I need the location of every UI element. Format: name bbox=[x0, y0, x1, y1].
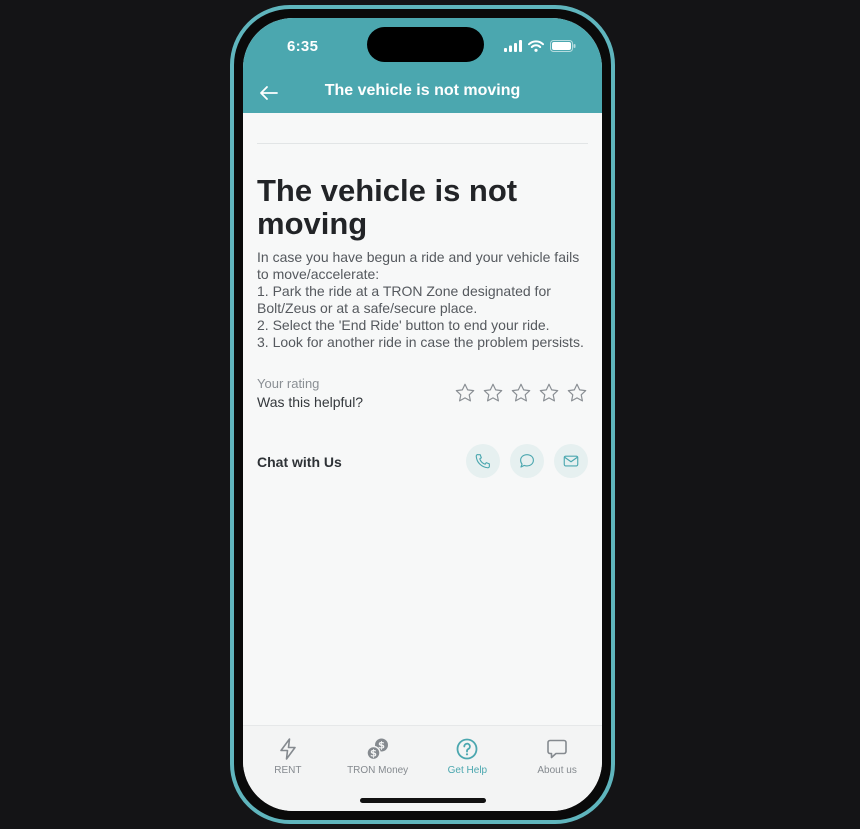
chat-section: Chat with Us bbox=[257, 444, 588, 480]
dynamic-island bbox=[367, 27, 484, 62]
article-line: 2. Select the 'End Ride' button to end y… bbox=[257, 317, 550, 333]
article-title: The vehicle is not moving bbox=[257, 173, 518, 241]
star-rating bbox=[454, 382, 588, 404]
star-icon[interactable] bbox=[510, 382, 532, 404]
phone-icon bbox=[475, 454, 490, 469]
status-icons bbox=[504, 40, 576, 52]
header-title: The vehicle is not moving bbox=[324, 82, 521, 99]
tab-label: About us bbox=[537, 765, 577, 776]
star-icon[interactable] bbox=[454, 382, 476, 404]
tab-label: TRON Money bbox=[347, 765, 409, 776]
rating-section: Your rating Was this helpful? bbox=[257, 376, 588, 416]
star-icon[interactable] bbox=[566, 382, 588, 404]
phone-screen: 6:35 The vehicle is not moving The vehic… bbox=[243, 18, 602, 811]
lightning-icon bbox=[280, 738, 296, 760]
signal-icon bbox=[504, 40, 522, 52]
battery-icon bbox=[550, 40, 576, 52]
star-icon[interactable] bbox=[482, 382, 504, 404]
speech-bubble-icon bbox=[547, 739, 567, 759]
message-button[interactable] bbox=[510, 444, 544, 478]
header-bar: 6:35 The vehicle is not moving bbox=[243, 18, 602, 113]
divider bbox=[257, 143, 588, 144]
star-icon[interactable] bbox=[538, 382, 560, 404]
chat-label: Chat with Us bbox=[257, 454, 342, 470]
article-content: The vehicle is not moving In case you ha… bbox=[257, 113, 588, 480]
article-line: In case you have begun a ride and your v… bbox=[257, 249, 580, 282]
svg-text:$: $ bbox=[370, 749, 377, 760]
tab-about-us[interactable]: About us bbox=[512, 726, 602, 811]
call-button[interactable] bbox=[466, 444, 500, 478]
tab-label: Get Help bbox=[447, 765, 488, 776]
home-indicator bbox=[359, 798, 486, 803]
coins-icon: $ $ bbox=[365, 738, 388, 761]
email-button[interactable] bbox=[554, 444, 588, 478]
mail-icon bbox=[563, 455, 579, 467]
article-line: 1. Park the ride at a TRON Zone designat… bbox=[257, 283, 551, 316]
help-circle-icon bbox=[456, 738, 478, 760]
status-time: 6:35 bbox=[287, 38, 319, 55]
chat-buttons bbox=[466, 444, 588, 478]
chat-bubble-icon bbox=[520, 454, 534, 468]
article-line: 3. Look for another ride in case the pro… bbox=[257, 334, 584, 350]
article-body: In case you have begun a ride and your v… bbox=[257, 249, 588, 351]
phone-frame: 6:35 The vehicle is not moving The vehic… bbox=[230, 5, 615, 824]
tab-label: RENT bbox=[274, 765, 302, 776]
tab-rent[interactable]: RENT bbox=[243, 726, 333, 811]
wifi-icon bbox=[528, 40, 544, 52]
